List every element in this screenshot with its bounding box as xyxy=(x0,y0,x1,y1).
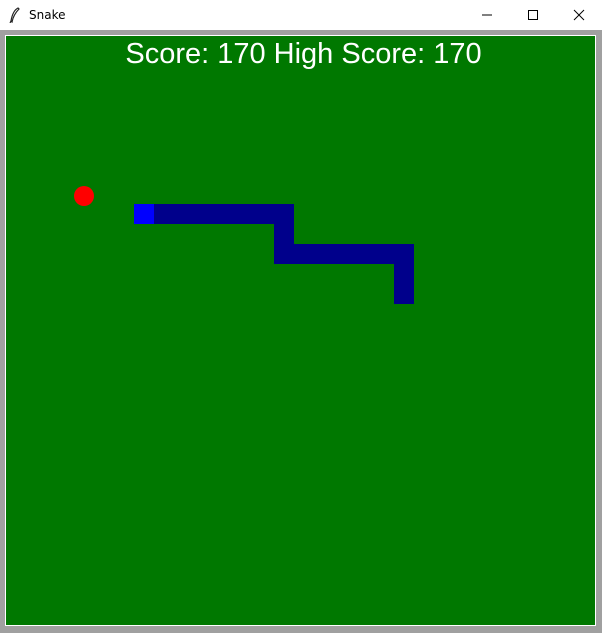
snake-segment xyxy=(274,224,294,244)
snake-segment xyxy=(274,244,294,264)
snake-segment xyxy=(394,244,414,264)
snake-segment xyxy=(234,204,254,224)
snake-segment xyxy=(254,204,274,224)
snake-segment xyxy=(274,204,294,224)
minimize-icon xyxy=(482,14,492,16)
snake-segment xyxy=(214,204,234,224)
score-display: Score: 170 High Score: 170 xyxy=(125,38,482,70)
snake-segment xyxy=(374,244,394,264)
snake-segment xyxy=(194,204,214,224)
snake-segment xyxy=(314,244,334,264)
snake-window: Snake Score: 170 High Score: 170 xyxy=(0,0,602,633)
snake-segment xyxy=(294,244,314,264)
game-board[interactable]: Score: 170 High Score: 170 xyxy=(5,35,596,626)
snake-segment xyxy=(354,244,374,264)
minimize-button[interactable] xyxy=(464,0,510,30)
window-title: Snake xyxy=(29,8,66,22)
snake-segment xyxy=(334,244,354,264)
maximize-button[interactable] xyxy=(510,0,556,30)
snake-segment xyxy=(394,264,414,284)
title-bar[interactable]: Snake xyxy=(0,0,602,30)
snake-segment xyxy=(174,204,194,224)
close-button[interactable] xyxy=(556,0,602,30)
feather-icon xyxy=(9,7,20,23)
snake-segment xyxy=(394,284,414,304)
food-apple xyxy=(74,186,94,206)
snake-segment xyxy=(154,204,174,224)
maximize-icon xyxy=(528,10,538,20)
close-icon xyxy=(573,9,585,21)
snake-head xyxy=(134,204,154,224)
